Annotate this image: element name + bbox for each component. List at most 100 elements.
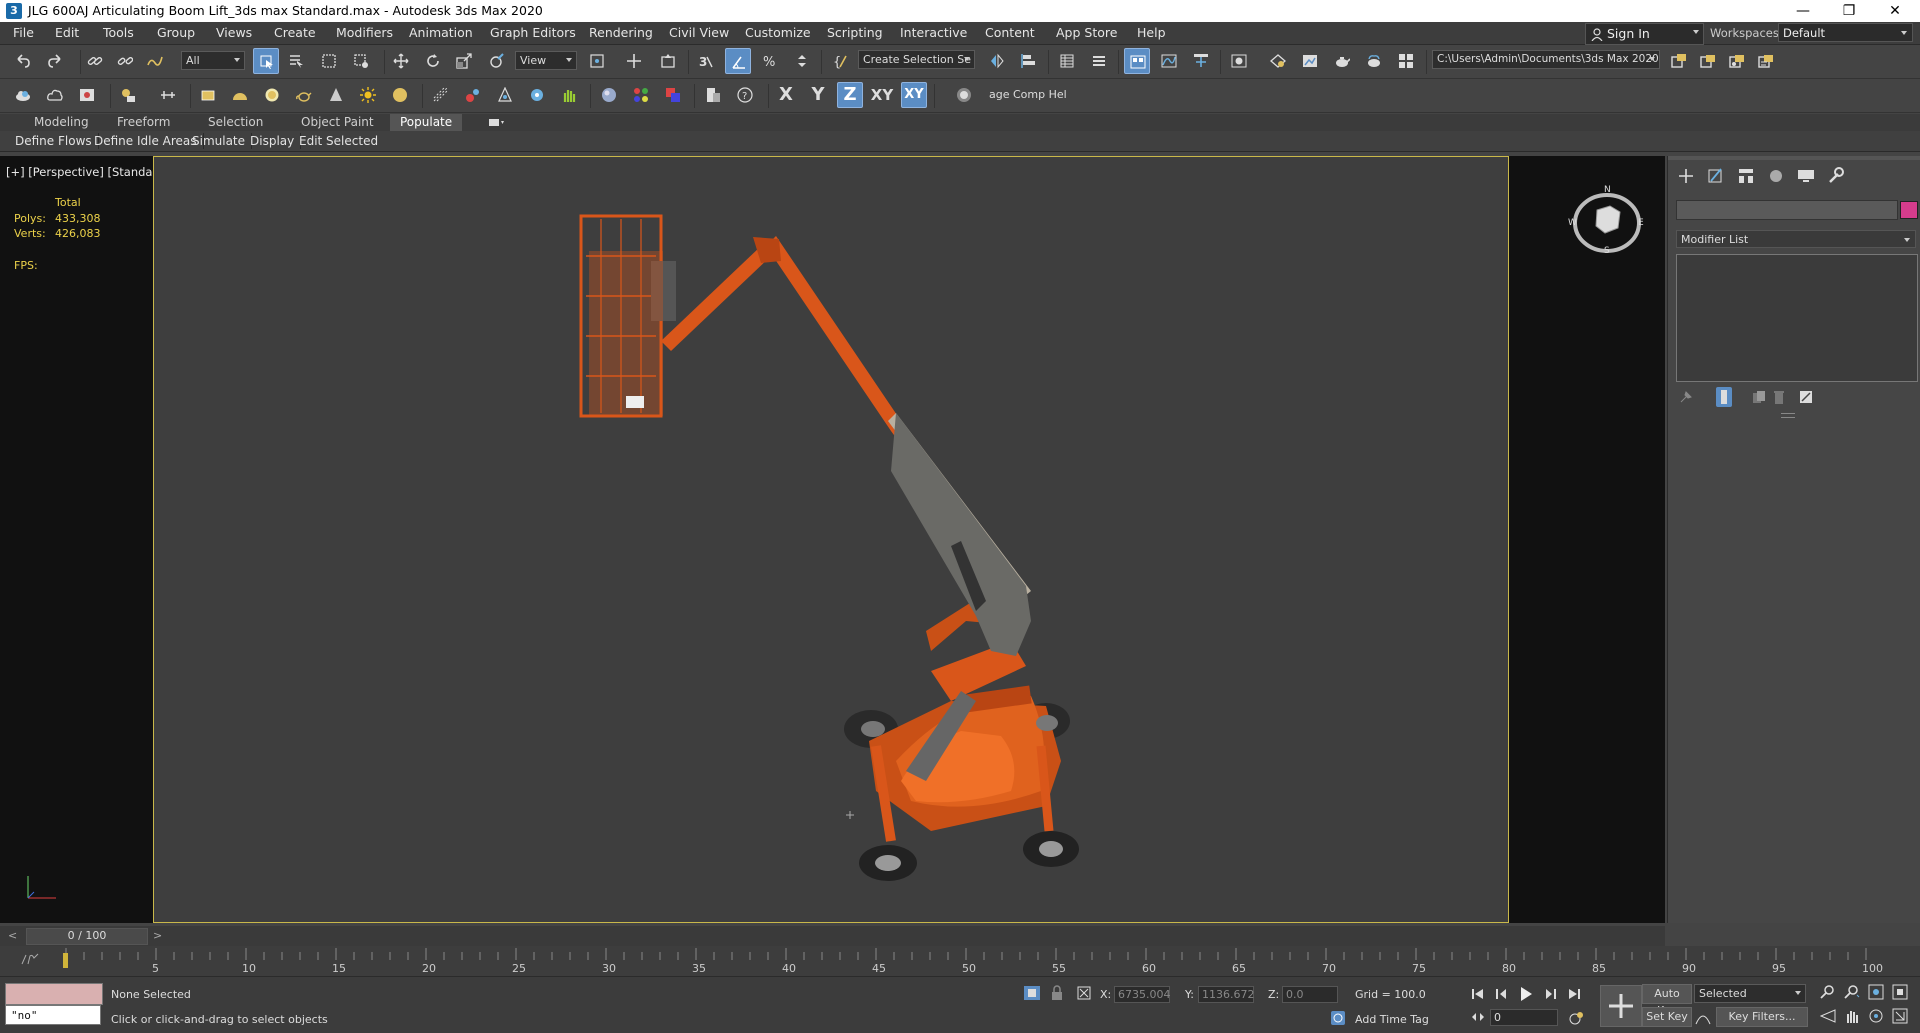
- named-selection-set-dropdown[interactable]: Create Selection Se: [858, 50, 975, 69]
- redo-button[interactable]: [42, 48, 68, 74]
- rectangular-selection-button[interactable]: [316, 48, 342, 74]
- pin-stack-button[interactable]: [1678, 389, 1694, 408]
- configure-modifier-sets-button[interactable]: [1798, 389, 1814, 408]
- viewport-safe-frame[interactable]: [153, 156, 1509, 923]
- define-flows-button[interactable]: Define Flows: [15, 133, 99, 149]
- menu-graph-editors[interactable]: Graph Editors: [490, 22, 576, 44]
- create-sky-button[interactable]: [387, 82, 413, 108]
- axis-xy-plane-button[interactable]: XY: [901, 82, 927, 108]
- timeline-current-frame-marker[interactable]: [63, 953, 68, 968]
- play-button[interactable]: [1516, 984, 1536, 1004]
- menu-modifiers[interactable]: Modifiers: [336, 22, 393, 44]
- time-configuration-button[interactable]: [1568, 1010, 1584, 1026]
- show-end-result-button[interactable]: [1716, 387, 1732, 407]
- create-hemisphere-button[interactable]: [227, 82, 253, 108]
- axis-y-button[interactable]: Y: [805, 82, 831, 108]
- maxscript-input[interactable]: "no": [5, 1005, 101, 1025]
- viewcube-south[interactable]: S: [1604, 246, 1610, 256]
- state-sets-button[interactable]: [951, 82, 977, 108]
- key-mode-toggle[interactable]: [1468, 1007, 1488, 1027]
- edit-named-selection-button[interactable]: {: [828, 48, 854, 74]
- x-coord-field[interactable]: 6735.004: [1114, 986, 1171, 1003]
- create-teapot-button[interactable]: [291, 82, 317, 108]
- display-tab[interactable]: [1796, 166, 1818, 186]
- auto-key-button[interactable]: Auto Key: [1642, 984, 1692, 1017]
- set-keys-button[interactable]: [1600, 985, 1642, 1027]
- effects-button[interactable]: [524, 82, 550, 108]
- place-button[interactable]: [483, 48, 509, 74]
- object-color-swatch[interactable]: [1900, 201, 1918, 219]
- environment-button[interactable]: [42, 82, 68, 108]
- zoom-button[interactable]: [1820, 984, 1836, 1003]
- render-elements-button[interactable]: [660, 82, 686, 108]
- reference-coordinate-dropdown[interactable]: View: [515, 51, 577, 70]
- maximize-viewport-button[interactable]: [1892, 1008, 1908, 1027]
- a360-gallery-button[interactable]: [1393, 48, 1419, 74]
- field-of-view-button[interactable]: [1819, 1008, 1836, 1027]
- hierarchy-tab[interactable]: [1736, 166, 1758, 186]
- menu-civil-view[interactable]: Civil View: [669, 22, 729, 44]
- tab-freeform[interactable]: Freeform: [117, 114, 170, 131]
- snap-toggle-button[interactable]: 3: [693, 48, 719, 74]
- select-object-button[interactable]: [253, 48, 279, 74]
- render-window-button[interactable]: [74, 82, 100, 108]
- edit-selected-button[interactable]: Edit Selected: [299, 133, 384, 149]
- modifier-list-dropdown[interactable]: Modifier List: [1676, 230, 1916, 248]
- viewcube-west[interactable]: W: [1568, 218, 1577, 228]
- layer-manager-button[interactable]: [115, 82, 141, 108]
- motion-tab[interactable]: [1766, 166, 1788, 186]
- keyboard-shortcut-override-button[interactable]: [655, 48, 681, 74]
- viewcube[interactable]: N S E W: [1568, 185, 1644, 258]
- boom-lift-model[interactable]: [154, 157, 1508, 922]
- material-editor-button[interactable]: [1226, 48, 1252, 74]
- z-coord-field[interactable]: 0.0: [1282, 986, 1338, 1003]
- schematic-view-button[interactable]: [1188, 48, 1214, 74]
- unlink-button[interactable]: [112, 48, 138, 74]
- modify-tab[interactable]: [1706, 166, 1728, 186]
- menu-group[interactable]: Group: [157, 22, 195, 44]
- render-setup-button[interactable]: [1265, 48, 1291, 74]
- workspace-dropdown[interactable]: Default: [1778, 23, 1913, 42]
- render-production-button[interactable]: [1329, 48, 1355, 74]
- mini-curve-editor-toggle[interactable]: [20, 952, 40, 966]
- scene-button[interactable]: [10, 82, 36, 108]
- bind-space-warp-button[interactable]: [142, 48, 168, 74]
- zoom-extents-all-button[interactable]: [1892, 984, 1908, 1003]
- scale-button[interactable]: [451, 48, 477, 74]
- select-manipulate-button[interactable]: [621, 48, 647, 74]
- time-slider-thumb[interactable]: 0 / 100: [26, 928, 148, 945]
- material-sphere-button[interactable]: [596, 82, 622, 108]
- axis-x-button[interactable]: X: [773, 82, 799, 108]
- next-frame-arrow[interactable]: >: [153, 929, 162, 942]
- tab-modeling[interactable]: Modeling: [34, 114, 89, 131]
- toggle-ribbon-button[interactable]: [1124, 48, 1150, 74]
- folder-settings-button[interactable]: [1724, 48, 1750, 74]
- display-button[interactable]: Display: [250, 133, 302, 149]
- render-in-cloud-button[interactable]: [1361, 48, 1387, 74]
- pan-view-button[interactable]: [1844, 1008, 1860, 1027]
- key-selection-dropdown[interactable]: Selected: [1694, 984, 1806, 1003]
- go-to-start-button[interactable]: [1468, 984, 1488, 1004]
- tab-object-paint[interactable]: Object Paint: [301, 114, 374, 131]
- project-folder-button[interactable]: [1666, 48, 1692, 74]
- spinner-snap-button[interactable]: [789, 48, 815, 74]
- ribbon-options-icon[interactable]: [488, 117, 504, 128]
- object-name-input[interactable]: [1676, 200, 1898, 220]
- simulate-button[interactable]: Simulate: [192, 133, 253, 149]
- help-button[interactable]: ?: [732, 82, 758, 108]
- make-unique-button[interactable]: [1751, 389, 1767, 408]
- menu-content[interactable]: Content: [985, 22, 1035, 44]
- align-button[interactable]: [1016, 48, 1042, 74]
- menu-scripting[interactable]: Scripting: [827, 22, 883, 44]
- menu-customize[interactable]: Customize: [745, 22, 811, 44]
- axis-z-button[interactable]: Z: [837, 82, 863, 108]
- axis-xy-button[interactable]: XY: [869, 82, 895, 108]
- perspective-viewport[interactable]: [+] [Perspective] [Standard] [Default Sh…: [0, 156, 1665, 923]
- remove-modifier-button[interactable]: [1771, 389, 1787, 408]
- sign-in-dropdown[interactable]: Sign In: [1585, 23, 1704, 45]
- window-crossing-button[interactable]: [348, 48, 374, 74]
- toggle-layer-explorer-button[interactable]: [1086, 48, 1112, 74]
- compositor-label[interactable]: age Comp Hel: [989, 88, 1067, 101]
- menu-edit[interactable]: Edit: [55, 22, 79, 44]
- selection-filter-dropdown[interactable]: All: [181, 51, 245, 70]
